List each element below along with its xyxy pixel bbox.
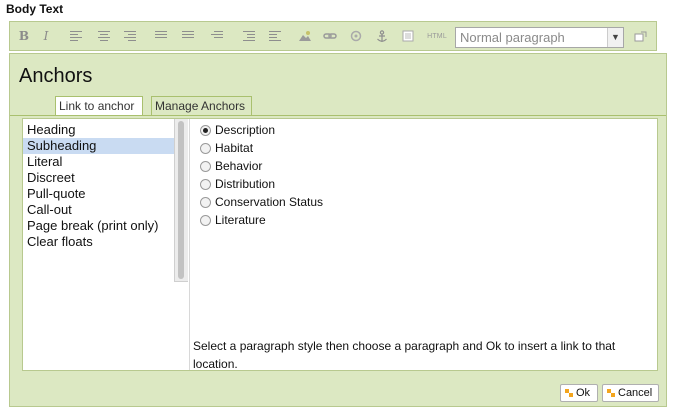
list-item[interactable]: Heading (23, 122, 174, 138)
tab-manage-anchors[interactable]: Manage Anchors (151, 96, 252, 116)
list-item[interactable]: Subheading (23, 138, 174, 154)
list-scrollbar[interactable] (174, 119, 188, 282)
numbered-list-icon[interactable] (151, 26, 171, 46)
paragraph-option-label: Description (215, 123, 276, 137)
indent-icon[interactable] (239, 26, 259, 46)
list-item[interactable]: Page break (print only) (23, 218, 174, 234)
scrollbar-thumb[interactable] (178, 121, 184, 279)
cancel-button-label: Cancel (618, 387, 653, 399)
paragraph-option-behavior[interactable]: Behavior (200, 157, 323, 175)
align-center-icon[interactable] (94, 26, 114, 46)
list-item[interactable]: Discreet (23, 170, 174, 186)
paragraph-style-value: Normal paragraph (460, 30, 565, 45)
paragraph-option-description[interactable]: Description (200, 121, 323, 139)
anchor-icon[interactable] (372, 26, 392, 46)
html-icon[interactable]: HTML (424, 26, 450, 46)
radio-button[interactable] (200, 124, 211, 136)
list-item[interactable]: Pull-quote (23, 186, 174, 202)
paragraph-radio-group: Description Habitat Behavior Distributio… (200, 121, 323, 229)
paragraph-option-literature[interactable]: Literature (200, 211, 323, 229)
editor-toolbar: B I HTML Normal paragraph ▼ (9, 21, 657, 51)
radio-button[interactable] (200, 142, 211, 154)
paragraph-option-label: Distribution (215, 177, 276, 191)
image-icon[interactable] (295, 26, 315, 46)
bold-icon[interactable]: B (14, 26, 34, 46)
table-icon[interactable] (398, 26, 418, 46)
paragraph-option-label: Conservation Status (215, 195, 324, 209)
paragraph-option-label: Behavior (215, 159, 263, 173)
list-item[interactable]: Clear floats (23, 234, 174, 250)
cancel-button[interactable]: Cancel (602, 384, 659, 402)
radio-button[interactable] (200, 214, 211, 226)
anchors-dialog: Anchors Link to anchor Manage Anchors He… (9, 53, 667, 407)
paragraph-style-select[interactable]: Normal paragraph ▼ (455, 27, 624, 48)
link-panel: Heading Subheading Literal Discreet Pull… (22, 118, 658, 371)
instructions-text: Select a paragraph style then choose a p… (193, 339, 616, 371)
ok-button-label: Ok (576, 387, 591, 399)
cancel-icon (607, 389, 615, 397)
tab-divider (10, 115, 666, 116)
paragraph-option-habitat[interactable]: Habitat (200, 139, 323, 157)
paragraph-style-list[interactable]: Heading Subheading Literal Discreet Pull… (23, 119, 190, 370)
radio-button[interactable] (200, 178, 211, 190)
paragraph-option-label: Literature (215, 213, 266, 227)
dialog-title: Anchors (19, 65, 93, 87)
unlink-icon[interactable] (346, 26, 366, 46)
outdent-icon[interactable] (265, 26, 285, 46)
align-right-icon[interactable] (120, 26, 140, 46)
blockquote-icon[interactable] (207, 26, 227, 46)
radio-button[interactable] (200, 196, 211, 208)
align-left-icon[interactable] (66, 26, 86, 46)
ok-icon (565, 389, 573, 397)
paragraph-option-label: Habitat (215, 141, 254, 155)
popout-icon[interactable] (630, 26, 650, 46)
list-item[interactable]: Literal (23, 154, 174, 170)
chevron-down-icon: ▼ (607, 28, 623, 47)
paragraph-option-distribution[interactable]: Distribution (200, 175, 323, 193)
radio-button[interactable] (200, 160, 211, 172)
tab-link-to-anchor[interactable]: Link to anchor (55, 96, 143, 116)
link-icon[interactable] (320, 26, 340, 46)
italic-icon[interactable]: I (36, 26, 56, 46)
bulleted-list-icon[interactable] (178, 26, 198, 46)
ok-button[interactable]: Ok (560, 384, 598, 402)
list-item[interactable]: Call-out (23, 202, 174, 218)
paragraph-option-conservation-status[interactable]: Conservation Status (200, 193, 323, 211)
field-label: Body Text (6, 2, 64, 16)
